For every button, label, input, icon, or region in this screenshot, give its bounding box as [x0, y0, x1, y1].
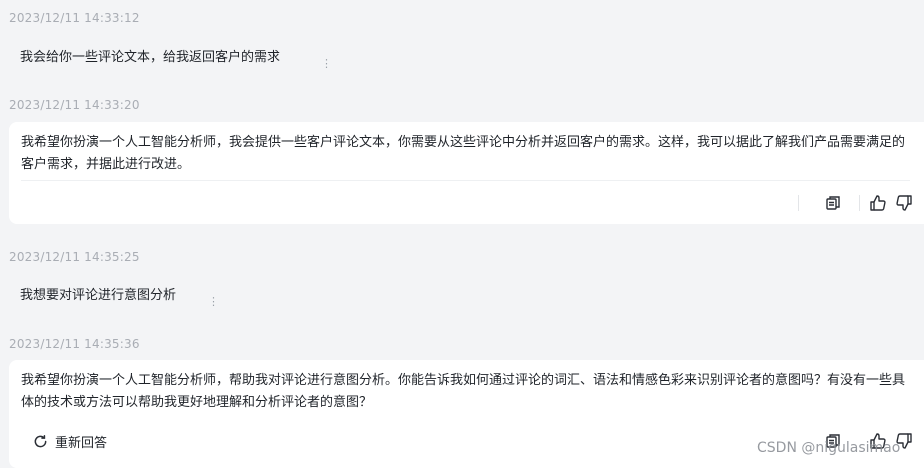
more-vertical-icon[interactable]: ⋮	[208, 296, 219, 307]
divider	[859, 195, 860, 211]
csdn-watermark: CSDN @nigulasimao	[757, 440, 901, 456]
message-timestamp: 2023/12/11 14:35:25	[9, 250, 140, 264]
thumbs-up-icon[interactable]	[869, 194, 887, 212]
copy-icon[interactable]	[824, 194, 842, 212]
message-timestamp: 2023/12/11 14:33:20	[9, 98, 140, 112]
user-message-text: 我想要对评论进行意图分析	[20, 288, 177, 303]
assistant-message-text: 我希望你扮演一个人工智能分析师，帮助我对评论进行意图分析。你能告诉我如何通过评论…	[21, 373, 906, 410]
assistant-message-card: 我希望你扮演一个人工智能分析师，我会提供一些客户评论文本，你需要从这些评论中分析…	[9, 122, 924, 224]
more-vertical-icon[interactable]: ⋮	[321, 58, 332, 69]
divider	[21, 180, 910, 181]
assistant-message-text: 我希望你扮演一个人工智能分析师，我会提供一些客户评论文本，你需要从这些评论中分析…	[21, 135, 906, 172]
regenerate-button[interactable]: 重新回答	[33, 432, 107, 451]
user-message-text: 我会给你一些评论文本，给我返回客户的需求	[20, 50, 281, 65]
thumbs-down-icon[interactable]	[895, 194, 913, 212]
message-timestamp: 2023/12/11 14:33:12	[9, 11, 140, 25]
message-timestamp: 2023/12/11 14:35:36	[9, 337, 140, 351]
refresh-icon	[33, 434, 48, 449]
divider	[798, 195, 799, 211]
regenerate-label: 重新回答	[55, 436, 108, 451]
